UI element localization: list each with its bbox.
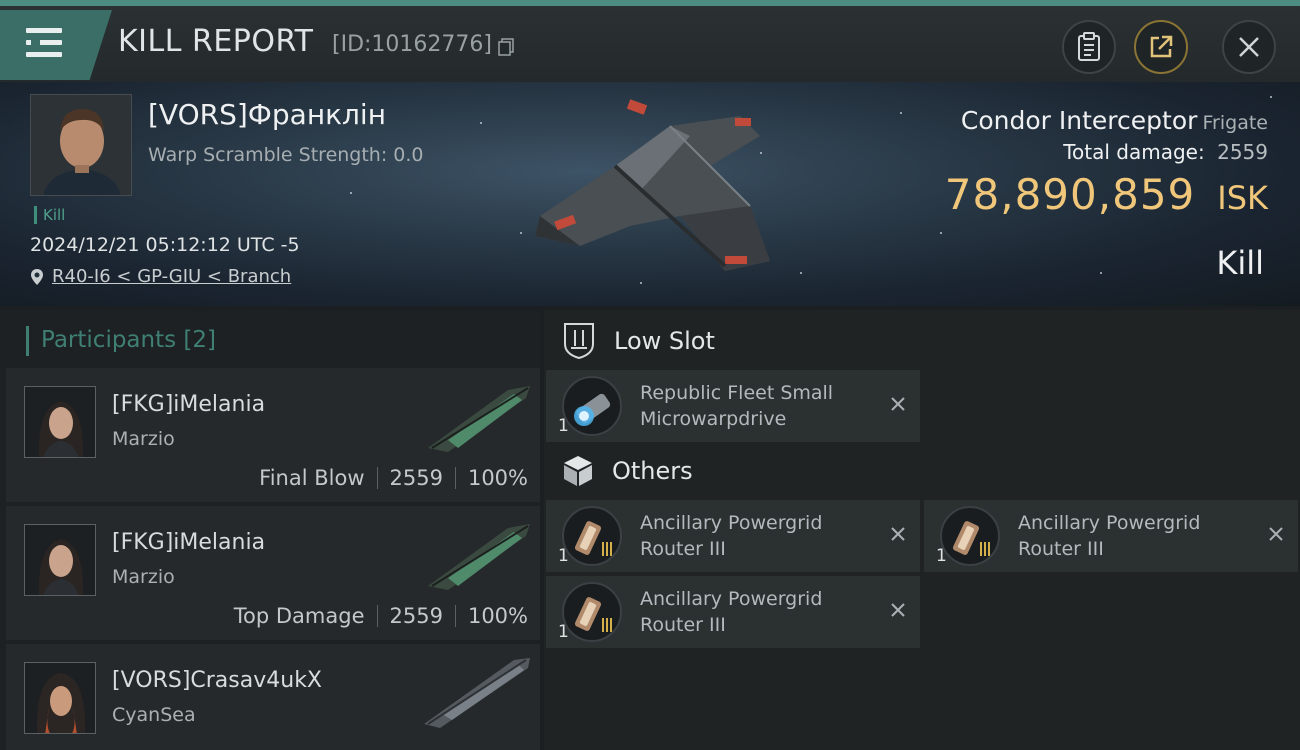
participants-panel: Participants [2] [FKG]iMelania Marzio Fi… (0, 310, 540, 750)
item-name: Ancillary Powergrid Router III (640, 512, 823, 560)
participant-stats: Top Damage 2559 100% (234, 604, 528, 628)
participant-ship-image (428, 386, 530, 452)
ship-class: Frigate (1202, 112, 1268, 134)
item-quantity: 1 (558, 546, 569, 566)
participant-percent: 100% (467, 466, 528, 490)
report-id: [ID:10162776] (332, 32, 492, 57)
fitting-item[interactable]: 1 Ancillary Powergrid Router III (924, 500, 1298, 572)
kill-tag: Kill (34, 206, 65, 224)
participant-ship: Marzio (112, 566, 175, 588)
participant-avatar (24, 524, 96, 596)
microwarpdrive-icon (562, 376, 622, 436)
victim-avatar[interactable] (30, 94, 132, 196)
fittings-panel: Low Slot 1 Republic Fleet Small Microwar… (544, 310, 1300, 750)
isk-value: 78,890,859 ISK (945, 170, 1268, 219)
item-quantity: 1 (558, 622, 569, 642)
participant-card[interactable]: [VORS]Crasav4ukX CyanSea (6, 644, 540, 750)
fitting-item[interactable]: 1 Republic Fleet Small Microwarpdrive (546, 370, 920, 442)
cube-icon (564, 456, 592, 486)
isk-unit: ISK (1217, 179, 1268, 217)
participant-ship-image (424, 658, 530, 728)
clipboard-button[interactable] (1062, 20, 1116, 74)
item-name: Ancillary Powergrid Router III (640, 588, 823, 636)
participant-ship-image (428, 524, 530, 590)
kill-datetime: 2024/12/21 05:12:12 UTC -5 (30, 234, 300, 256)
participant-card[interactable]: [FKG]iMelania Marzio Final Blow 2559 100… (6, 368, 540, 502)
remove-icon[interactable] (888, 524, 908, 544)
total-damage-label: Total damage: (1063, 140, 1205, 164)
participant-avatar (24, 386, 96, 458)
kill-result: Kill (1216, 244, 1264, 282)
menu-icon[interactable] (0, 10, 112, 80)
powergrid-router-icon (940, 506, 1000, 566)
participant-ship: CyanSea (112, 704, 196, 726)
item-quantity: 1 (558, 416, 569, 436)
item-name: Ancillary Powergrid Router III (1018, 512, 1201, 560)
low-slot-icon (564, 323, 594, 360)
participant-role: Top Damage (233, 604, 365, 628)
header: KILL REPORT [ID:10162776] (0, 6, 1300, 82)
total-damage-value: 2559 (1217, 140, 1268, 164)
fitting-item[interactable]: 1 Ancillary Powergrid Router III (546, 500, 920, 572)
others-heading: Others (562, 454, 693, 488)
page-title: KILL REPORT (118, 24, 314, 59)
powergrid-router-icon (562, 506, 622, 566)
participant-damage: 2559 (389, 604, 443, 628)
ship-image (535, 99, 770, 271)
participant-ship: Marzio (112, 428, 175, 450)
location-pin-icon (31, 268, 43, 285)
total-damage: Total damage: 2559 (1063, 140, 1268, 164)
participant-name[interactable]: [FKG]iMelania (112, 530, 265, 555)
participant-damage: 2559 (389, 466, 443, 490)
participants-heading: Participants [2] (26, 326, 216, 356)
participant-stats: Final Blow 2559 100% (259, 466, 528, 490)
participant-name[interactable]: [FKG]iMelania (112, 392, 265, 417)
item-quantity: 1 (936, 546, 947, 566)
participant-avatar (24, 662, 96, 734)
remove-icon[interactable] (1266, 524, 1286, 544)
participant-card[interactable]: [FKG]iMelania Marzio Top Damage 2559 100… (6, 506, 540, 640)
clipboard-icon (1078, 32, 1100, 61)
fitting-item[interactable]: 1 Ancillary Powergrid Router III (546, 576, 920, 648)
ship-name[interactable]: Condor Interceptor (961, 106, 1198, 135)
share-icon (1150, 35, 1173, 58)
warp-scramble-strength: Warp Scramble Strength: 0.0 (148, 144, 424, 166)
participant-role: Final Blow (259, 466, 365, 490)
others-label: Others (612, 457, 693, 485)
low-slot-heading: Low Slot (562, 322, 715, 360)
isk-amount: 78,890,859 (944, 170, 1196, 219)
item-name: Republic Fleet Small Microwarpdrive (640, 382, 834, 430)
powergrid-router-icon (562, 582, 622, 642)
participant-name[interactable]: [VORS]Crasav4ukX (112, 668, 322, 693)
ship-info: Condor Interceptor Frigate (961, 106, 1268, 135)
copy-icon[interactable] (498, 38, 514, 56)
low-slot-label: Low Slot (614, 327, 715, 355)
participant-percent: 100% (467, 604, 528, 628)
kill-location[interactable]: R40-I6 < GP-GIU < Branch (30, 266, 291, 287)
remove-icon[interactable] (888, 394, 908, 414)
location-link[interactable]: R40-I6 < GP-GIU < Branch (52, 266, 291, 287)
victim-summary: [VORS]Франклін Warp Scramble Strength: 0… (0, 82, 1300, 306)
remove-icon[interactable] (888, 600, 908, 620)
share-button[interactable] (1134, 20, 1188, 74)
close-button[interactable] (1222, 20, 1276, 74)
victim-name[interactable]: [VORS]Франклін (148, 98, 386, 131)
close-icon (1239, 37, 1259, 57)
